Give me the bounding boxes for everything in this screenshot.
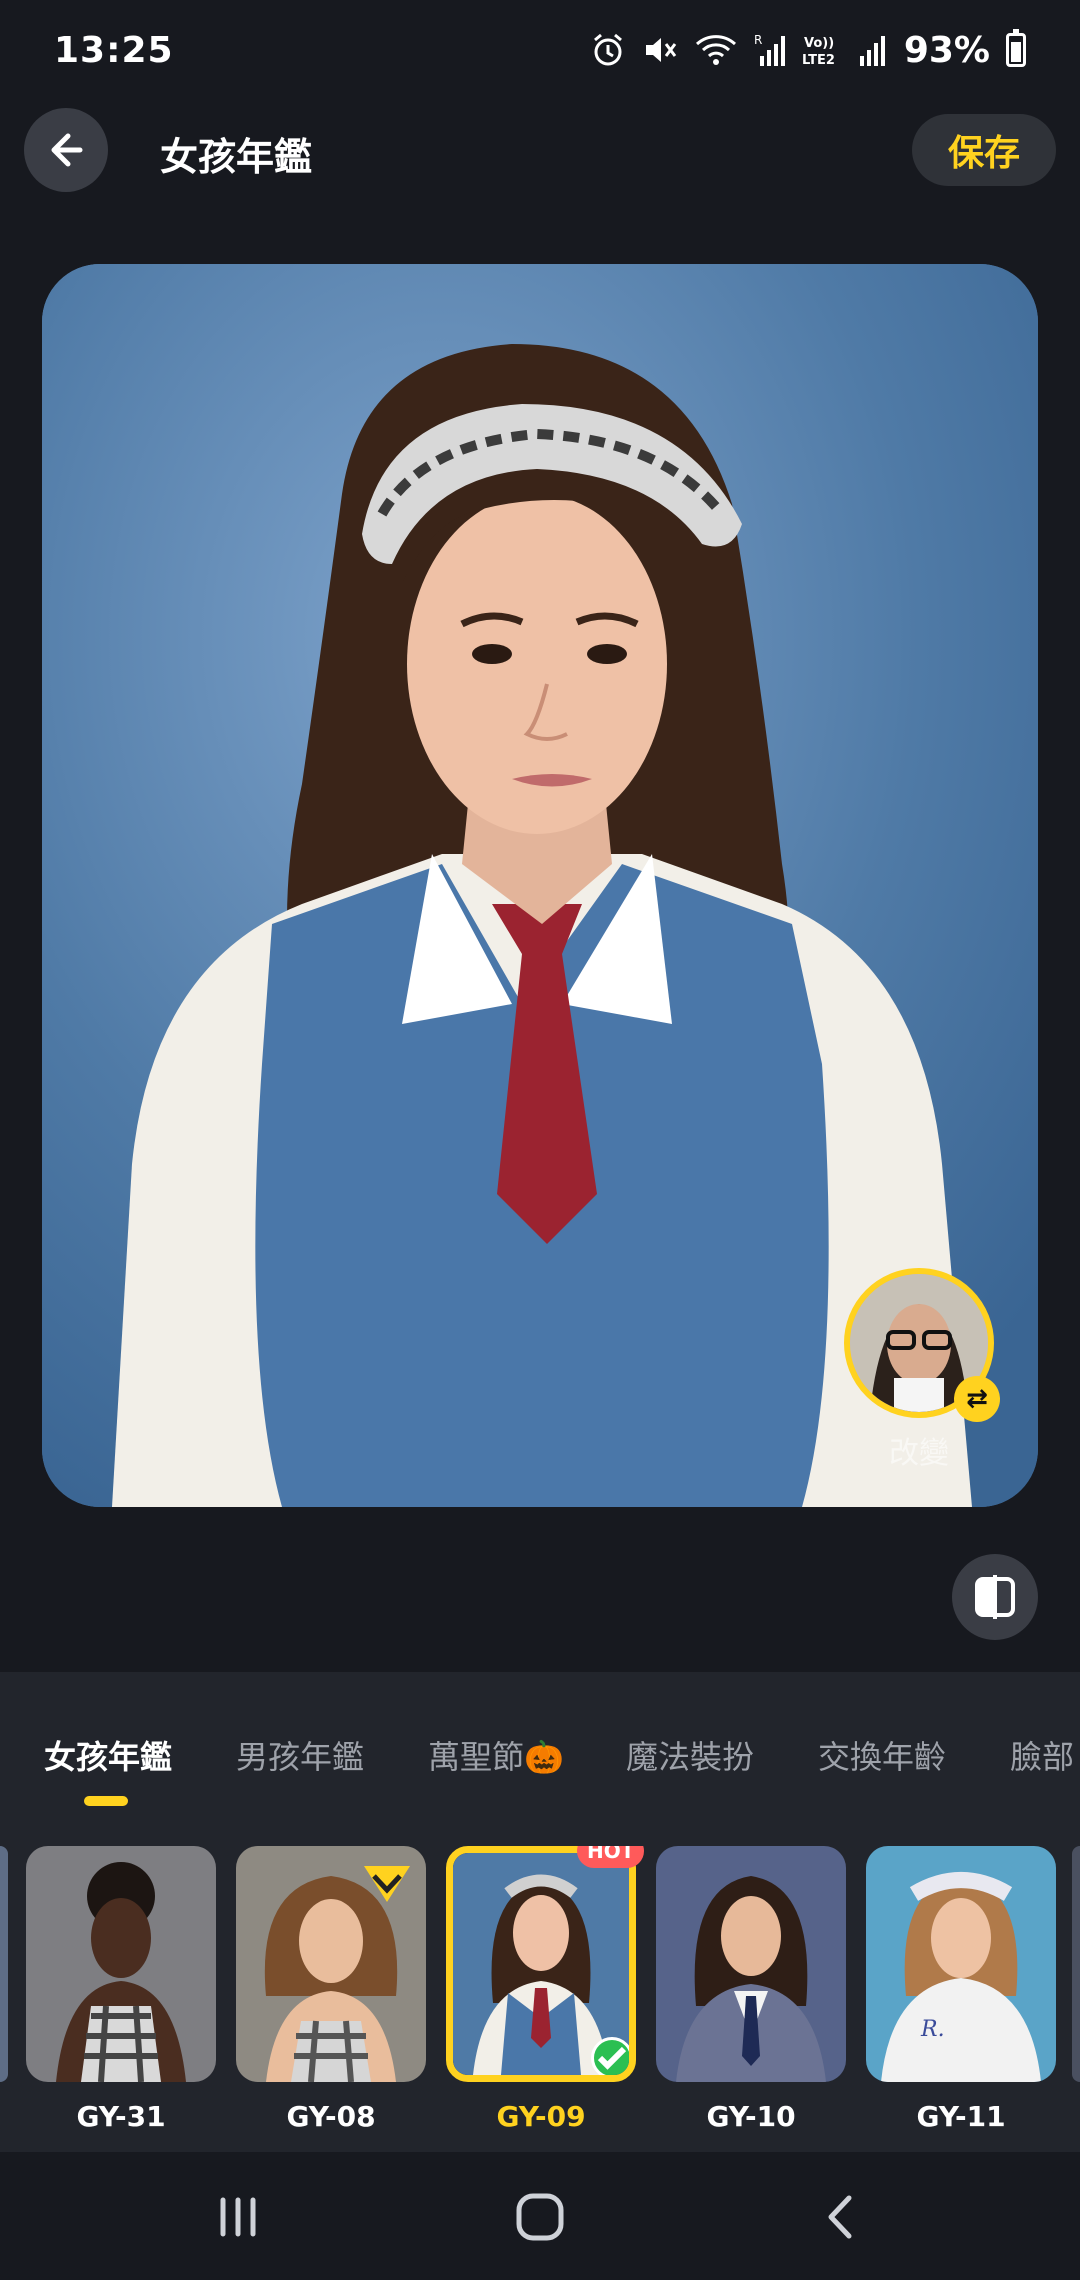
battery-icon <box>1006 29 1026 67</box>
thumbnail-illustration: R. <box>866 1846 1056 2082</box>
page-title: 女孩年鑑 <box>160 135 313 179</box>
selected-check-icon <box>591 2037 629 2075</box>
wifi-icon <box>694 30 738 70</box>
tab-halloween[interactable]: 萬聖節🎃 <box>428 1732 564 1778</box>
style-thumbnails: GY-31 GY-08 HOT GY-09 GY-10 R. GY-11 <box>0 1846 1080 2146</box>
face-swap-button[interactable]: ⇄ <box>844 1268 1000 1422</box>
thumbnail-illustration <box>656 1846 846 2082</box>
svg-text:LTE2: LTE2 <box>802 53 835 68</box>
swap-icon: ⇄ <box>954 1376 1000 1422</box>
tab-age-swap[interactable]: 交換年齡 <box>818 1732 946 1778</box>
home-icon <box>516 2193 564 2241</box>
battery-percent: 93% <box>903 29 990 71</box>
style-item-gy-08[interactable]: GY-08 <box>236 1846 426 2146</box>
active-tab-indicator <box>84 1796 128 1806</box>
svg-text:R: R <box>754 33 762 47</box>
hot-badge: HOT <box>577 1846 645 1868</box>
partial-thumbnail[interactable] <box>1072 1846 1080 2082</box>
app-header: 女孩年鑑 保存 <box>0 108 1080 192</box>
style-item-gy-10[interactable]: GY-10 <box>656 1846 846 2146</box>
recent-apps-button[interactable] <box>198 2182 278 2252</box>
mute-icon <box>642 30 678 70</box>
style-label: GY-09 <box>496 2100 586 2133</box>
signal-icon <box>858 30 888 70</box>
style-label: GY-10 <box>706 2100 796 2133</box>
signal-r-icon: R <box>754 30 786 70</box>
chevron-left-icon <box>828 2195 852 2239</box>
alarm-icon <box>590 30 626 70</box>
style-item-gy-31[interactable]: GY-31 <box>26 1846 216 2146</box>
compare-button[interactable] <box>952 1554 1038 1640</box>
save-button[interactable]: 保存 <box>912 114 1056 186</box>
style-label: GY-08 <box>286 2100 376 2133</box>
category-tabs: 女孩年鑑 男孩年鑑 萬聖節🎃 魔法裝扮 交換年齡 臉部 <box>0 1732 1080 1802</box>
tab-face[interactable]: 臉部 <box>1010 1732 1074 1778</box>
style-item-gy-11[interactable]: R. GY-11 <box>866 1846 1056 2146</box>
style-label: GY-31 <box>76 2100 166 2133</box>
style-thumbnail <box>26 1846 216 2082</box>
home-button[interactable] <box>500 2182 580 2252</box>
face-swap-label: 改變 <box>889 1436 949 1471</box>
svg-text:R.: R. <box>920 2017 945 2042</box>
compare-icon <box>975 1575 1015 1619</box>
style-thumbnail: R. <box>866 1846 1056 2082</box>
style-thumbnail <box>236 1846 426 2082</box>
back-nav-button[interactable] <box>802 2182 882 2252</box>
partial-thumbnail[interactable] <box>0 1846 8 2082</box>
tab-boy-yearbook[interactable]: 男孩年鑑 <box>236 1732 364 1778</box>
recent-apps-icon <box>220 2197 256 2237</box>
thumbnail-illustration <box>26 1846 216 2082</box>
svg-text:Vo)): Vo)) <box>804 36 834 51</box>
style-item-gy-09[interactable]: HOT GY-09 <box>446 1846 645 2146</box>
style-label: GY-11 <box>916 2100 1006 2133</box>
system-nav-bar <box>0 2152 1080 2280</box>
status-bar: 13:25 R Vo)) LTE2 93% <box>0 0 1080 100</box>
tab-girl-yearbook[interactable]: 女孩年鑑 <box>44 1732 172 1778</box>
vip-icon <box>360 1862 414 1906</box>
style-thumbnail <box>446 1846 636 2082</box>
status-icons: R Vo)) LTE2 93% <box>590 29 1026 71</box>
tab-magic-dressup[interactable]: 魔法裝扮 <box>626 1732 754 1778</box>
style-picker-panel: 女孩年鑑 男孩年鑑 萬聖節🎃 魔法裝扮 交換年齡 臉部 GY-31 GY-08 … <box>0 1672 1080 2152</box>
arrow-left-icon <box>51 133 83 167</box>
back-button[interactable] <box>24 108 108 192</box>
status-time: 13:25 <box>54 29 174 71</box>
style-thumbnail <box>656 1846 846 2082</box>
volte-icon: Vo)) LTE2 <box>802 30 842 70</box>
